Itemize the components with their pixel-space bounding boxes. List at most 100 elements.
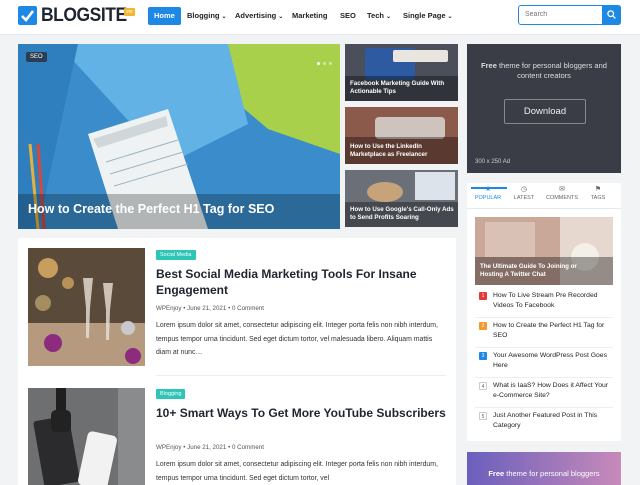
tabs-widget: ★ POPULAR ◷ LATEST ✉ COMMENTS ⚑ TAGS The Ult…	[467, 183, 621, 441]
post-title[interactable]: Best Social Media Marketing Tools For In…	[156, 266, 446, 298]
post-meta: WPEnjoy • June 21, 2021 • 0 Comment	[156, 305, 264, 312]
post-meta: WPEnjoy • June 21, 2021 • 0 Comment	[156, 444, 264, 451]
post-date: June 21, 2021	[187, 305, 227, 312]
post-list: Social Media Best Social Media Marketing…	[18, 238, 456, 485]
logo-check-icon[interactable]	[18, 6, 37, 25]
nav-seo[interactable]: SEO	[340, 7, 356, 25]
divider	[475, 377, 613, 378]
post-author[interactable]: WPEnjoy	[156, 444, 181, 451]
meta-separator: •	[228, 305, 231, 312]
ad2-text-bold: Free	[488, 469, 505, 478]
post-date: June 21, 2021	[187, 444, 227, 451]
tab-popular[interactable]: ★ POPULAR	[469, 186, 507, 209]
nav-advertising[interactable]: Advertising ⌄	[235, 7, 283, 25]
popular-item[interactable]: 4 What is IaaS? How Does it Affect Your …	[475, 381, 615, 405]
post-title[interactable]: 10+ Smart Ways To Get More YouTube Subsc…	[156, 405, 446, 421]
ad-banner[interactable]: Free theme for personal bloggers and con…	[467, 44, 621, 173]
post-excerpt: Lorem ipsum dolor sit amet, consectetur …	[156, 461, 438, 482]
tab-latest[interactable]: ◷ LATEST	[505, 186, 543, 209]
hero-category-badge[interactable]: SEO	[26, 52, 47, 62]
tab-label: TAGS	[590, 195, 606, 201]
logo-badge: ver	[124, 8, 135, 16]
tab-label: COMMENTS	[545, 195, 579, 201]
post-comments[interactable]: 0 Comment	[232, 305, 264, 312]
tab-tags[interactable]: ⚑ TAGS	[579, 186, 617, 209]
divider	[475, 317, 613, 318]
divider	[475, 347, 613, 348]
slider-dot[interactable]	[329, 62, 332, 65]
site-logo[interactable]: BLOGSITE	[41, 5, 127, 27]
nav-label: Marketing	[292, 11, 328, 20]
rank-badge: 3	[479, 352, 487, 360]
popular-featured-title: The Ultimate Guide To Joining or Hosting…	[480, 263, 577, 278]
side-card[interactable]: How to Use Google's Call-Only Ads to Sen…	[345, 170, 458, 227]
ad-text-bold: Free	[481, 61, 497, 70]
ad-size-label: 300 x 250 Ad	[475, 159, 511, 165]
chevron-down-icon: ⌄	[221, 14, 227, 20]
post-excerpt: Lorem ipsum dolor sit amet, consectetur …	[156, 322, 438, 356]
ad-text: Free theme for personal bloggers and con…	[475, 61, 613, 81]
tag-icon: ⚑	[594, 186, 602, 193]
post-author[interactable]: WPEnjoy	[156, 305, 181, 312]
popular-item[interactable]: 2 How to Create the Perfect H1 Tag for S…	[475, 321, 615, 345]
divider	[475, 407, 613, 408]
popular-item[interactable]: 3 Your Awesome WordPress Post Goes Here	[475, 351, 615, 375]
side-card-title: Facebook Marketing Guide With Actionable…	[350, 80, 445, 95]
ad2-text-rest: theme for personal bloggers	[504, 469, 600, 478]
tab-label: LATEST	[513, 195, 535, 201]
post-thumbnail[interactable]	[28, 248, 145, 366]
ad-text-rest: theme for personal bloggers and content …	[496, 61, 607, 80]
popular-item[interactable]: 5 Just Another Featured Post in This Cat…	[475, 411, 615, 435]
post-comments[interactable]: 0 Comment	[232, 444, 264, 451]
nav-tech[interactable]: Tech ⌄	[367, 7, 391, 25]
chevron-down-icon: ⌄	[278, 14, 284, 20]
rank-badge: 5	[479, 412, 487, 420]
nav-single-page[interactable]: Single Page ⌄	[403, 7, 453, 25]
search-input[interactable]	[525, 6, 601, 23]
side-card-title: How to Use the LinkedIn Marketplace as F…	[350, 143, 428, 158]
clock-icon: ◷	[520, 186, 528, 193]
search-button[interactable]	[602, 5, 621, 25]
popular-featured[interactable]: The Ultimate Guide To Joining or Hosting…	[475, 217, 613, 285]
rank-badge: 4	[479, 382, 487, 390]
side-card[interactable]: How to Use the LinkedIn Marketplace as F…	[345, 107, 458, 164]
nav-label: SEO	[340, 11, 356, 20]
post-thumbnail[interactable]	[28, 388, 145, 485]
nav-label: Blogging	[187, 11, 220, 20]
side-card-title: How to Use Google's Call-Only Ads to Sen…	[350, 206, 454, 221]
tab-label: POPULAR	[474, 195, 502, 201]
divider	[156, 375, 446, 376]
side-card[interactable]: Facebook Marketing Guide With Actionable…	[345, 44, 458, 101]
popular-item[interactable]: 1 How To Live Stream Pre Recorded Videos…	[475, 291, 615, 315]
download-button[interactable]: Download	[504, 99, 586, 124]
nav-blogging[interactable]: Blogging ⌄	[187, 7, 227, 25]
chevron-down-icon: ⌄	[447, 14, 453, 20]
category-badge[interactable]: Social Media	[156, 250, 196, 260]
tab-active-indicator	[471, 187, 507, 189]
meta-separator: •	[183, 305, 186, 312]
slider-dot[interactable]	[317, 62, 320, 65]
popular-item-title: Just Another Featured Post in This Categ…	[493, 412, 598, 429]
slider-dots	[314, 52, 332, 70]
comments-icon: ✉	[559, 186, 565, 193]
rank-badge: 2	[479, 322, 487, 330]
popular-item-title: How To Live Stream Pre Recorded Videos T…	[493, 292, 598, 309]
nav-label: Home	[154, 11, 175, 20]
popular-item-title: What is IaaS? How Does it Affect Your e-…	[493, 382, 609, 399]
hero-slide[interactable]: SEO How to Create the Perfect H1 Tag for…	[18, 44, 340, 229]
slider-dot[interactable]	[323, 62, 326, 65]
rank-badge: 1	[479, 292, 487, 300]
tab-comments[interactable]: ✉ COMMENTS	[543, 186, 581, 209]
hero-title[interactable]: How to Create the Perfect H1 Tag for SEO	[28, 202, 328, 217]
meta-separator: •	[183, 444, 186, 451]
nav-marketing[interactable]: Marketing	[292, 7, 327, 25]
ad-banner-2[interactable]: Free theme for personal bloggers	[467, 452, 621, 485]
post-thumbnail-image	[28, 248, 145, 366]
nav-home[interactable]: Home	[148, 7, 181, 25]
post-thumbnail-image	[28, 388, 145, 485]
chevron-down-icon: ⌄	[385, 14, 391, 20]
category-badge[interactable]: Blogging	[156, 389, 186, 399]
nav-label: Single Page	[403, 11, 446, 20]
tab-divider	[467, 208, 621, 209]
search-box	[518, 5, 621, 25]
